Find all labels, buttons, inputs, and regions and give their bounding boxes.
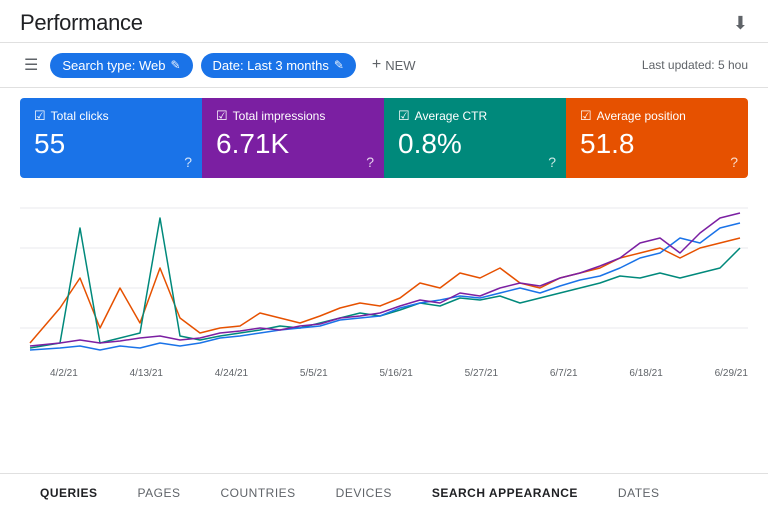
performance-chart xyxy=(20,188,748,363)
date-label-8: 6/18/21 xyxy=(629,368,662,379)
position-info-icon[interactable]: ? xyxy=(730,154,738,170)
clicks-checkbox: ☑ xyxy=(34,108,46,124)
search-type-label: Search type: Web xyxy=(62,58,165,73)
tab-queries[interactable]: QUERIES xyxy=(20,474,118,512)
tab-devices[interactable]: DEVICES xyxy=(316,474,412,512)
metric-total-impressions[interactable]: ☑ Total impressions 6.71K ? xyxy=(202,98,384,178)
impressions-value: 6.71K xyxy=(216,130,370,158)
tabs-row: QUERIES PAGES COUNTRIES DEVICES SEARCH A… xyxy=(0,473,768,512)
metric-position-label: ☑ Average position xyxy=(580,108,734,124)
clicks-line xyxy=(30,223,740,350)
tab-countries[interactable]: COUNTRIES xyxy=(200,474,315,512)
tab-dates[interactable]: DATES xyxy=(598,474,680,512)
metrics-row: ☑ Total clicks 55 ? ☑ Total impressions … xyxy=(20,98,748,178)
date-edit-icon: ✎ xyxy=(334,58,344,72)
ctr-label-text: Average CTR xyxy=(415,109,487,123)
position-line xyxy=(30,213,740,346)
date-label-7: 6/7/21 xyxy=(550,368,578,379)
search-type-button[interactable]: Search type: Web ✎ xyxy=(50,53,192,78)
position-label-text: Average position xyxy=(597,109,686,123)
date-label-2: 4/13/21 xyxy=(130,368,163,379)
date-label-9: 6/29/21 xyxy=(715,368,748,379)
metric-total-clicks[interactable]: ☑ Total clicks 55 ? xyxy=(20,98,202,178)
download-icon[interactable]: ⬇ xyxy=(733,13,748,34)
date-label-1: 4/2/21 xyxy=(50,368,78,379)
metric-average-ctr[interactable]: ☑ Average CTR 0.8% ? xyxy=(384,98,566,178)
toolbar: ☰ Search type: Web ✎ Date: Last 3 months… xyxy=(0,43,768,88)
chart-area: 4/2/21 4/13/21 4/24/21 5/5/21 5/16/21 5/… xyxy=(20,188,748,388)
header: Performance ⬇ xyxy=(0,0,768,43)
date-label: Date: Last 3 months xyxy=(213,58,329,73)
page-title: Performance xyxy=(20,10,143,36)
clicks-label-text: Total clicks xyxy=(51,109,109,123)
ctr-line xyxy=(30,238,740,343)
chart-dates: 4/2/21 4/13/21 4/24/21 5/5/21 5/16/21 5/… xyxy=(20,368,748,383)
clicks-info-icon[interactable]: ? xyxy=(184,154,192,170)
ctr-checkbox: ☑ xyxy=(398,108,410,124)
metric-clicks-label: ☑ Total clicks xyxy=(34,108,188,124)
clicks-value: 55 xyxy=(34,130,188,158)
impressions-checkbox: ☑ xyxy=(216,108,228,124)
date-label-6: 5/27/21 xyxy=(465,368,498,379)
position-checkbox: ☑ xyxy=(580,108,592,124)
last-updated-text: Last updated: 5 hou xyxy=(642,58,748,72)
metric-average-position[interactable]: ☑ Average position 51.8 ? xyxy=(566,98,748,178)
impressions-label-text: Total impressions xyxy=(233,109,326,123)
date-filter-button[interactable]: Date: Last 3 months ✎ xyxy=(201,53,356,78)
tab-search-appearance[interactable]: SEARCH APPEARANCE xyxy=(412,474,598,512)
metric-ctr-label: ☑ Average CTR xyxy=(398,108,552,124)
search-type-edit-icon: ✎ xyxy=(170,58,180,72)
date-label-4: 5/5/21 xyxy=(300,368,328,379)
new-button[interactable]: + NEW xyxy=(364,51,424,79)
date-label-3: 4/24/21 xyxy=(215,368,248,379)
new-label: NEW xyxy=(385,58,415,73)
plus-icon: + xyxy=(372,56,381,74)
screen-container: Performance ⬇ ☰ Search type: Web ✎ Date:… xyxy=(0,0,768,512)
tab-pages[interactable]: PAGES xyxy=(118,474,201,512)
filter-icon[interactable]: ☰ xyxy=(20,51,42,79)
date-label-5: 5/16/21 xyxy=(380,368,413,379)
position-value: 51.8 xyxy=(580,130,734,158)
ctr-info-icon[interactable]: ? xyxy=(548,154,556,170)
ctr-value: 0.8% xyxy=(398,130,552,158)
metric-impressions-label: ☑ Total impressions xyxy=(216,108,370,124)
impressions-info-icon[interactable]: ? xyxy=(366,154,374,170)
